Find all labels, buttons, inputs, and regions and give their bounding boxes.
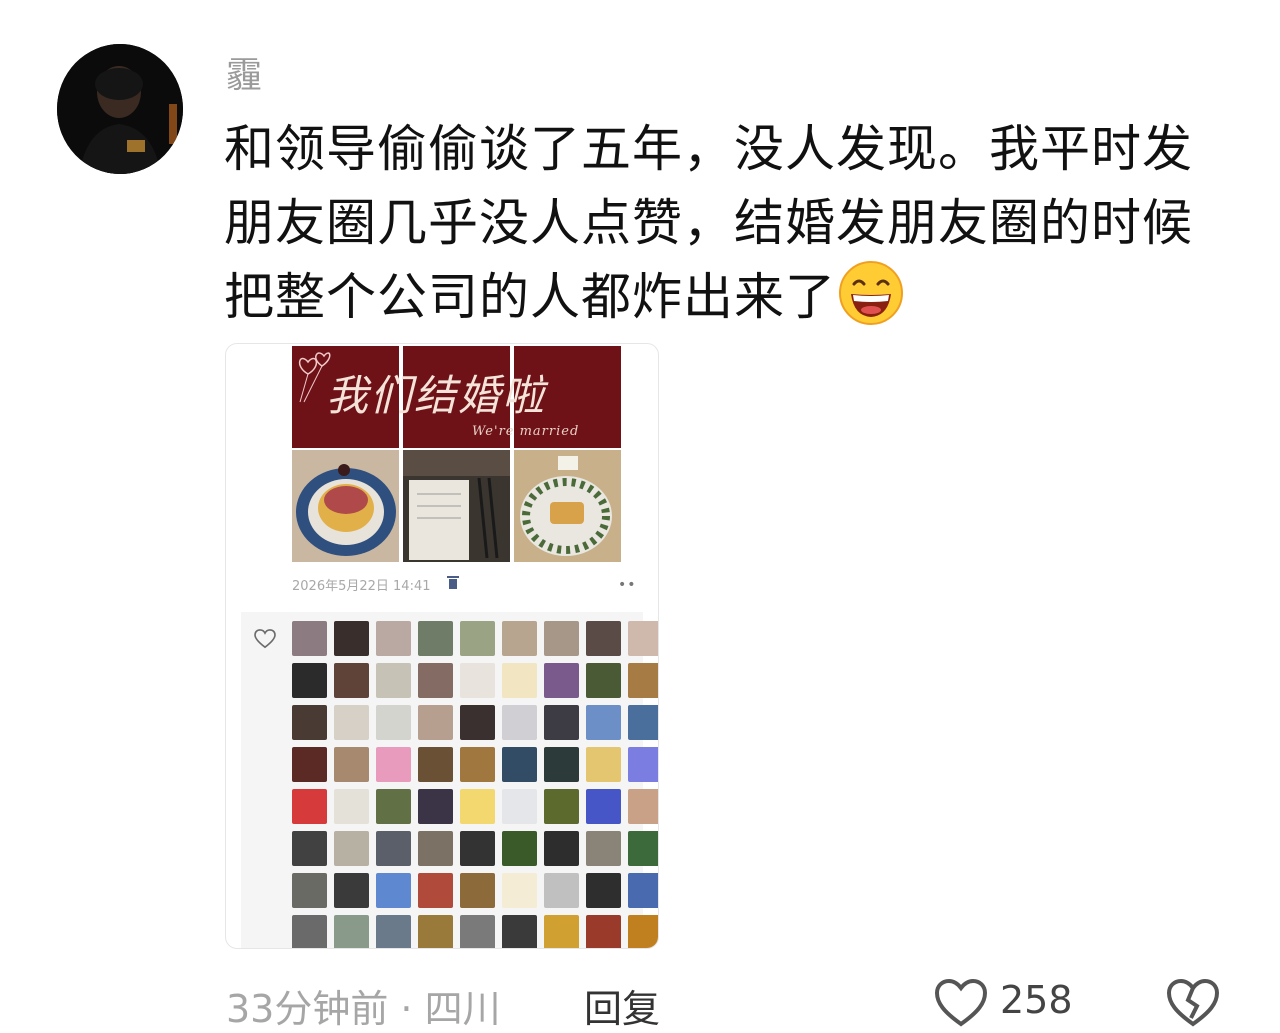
liker-avatar[interactable] [418,789,453,824]
liker-avatar[interactable] [334,789,369,824]
liker-avatar[interactable] [502,873,537,908]
comment-line: 和领导偷偷谈了五年，没人发现。我平时发 [224,120,1193,178]
dislike-heart-icon[interactable] [1166,978,1220,1028]
more-options-icon[interactable]: •• [618,577,637,593]
liker-avatar[interactable] [628,873,658,908]
liker-avatar[interactable] [502,789,537,824]
liker-avatar[interactable] [376,789,411,824]
liker-avatar[interactable] [628,789,658,824]
liker-avatar[interactable] [586,663,621,698]
liker-avatar[interactable] [544,621,579,656]
liker-avatar[interactable] [502,915,537,948]
liker-avatar[interactable] [418,915,453,948]
liker-avatar[interactable] [334,831,369,866]
liker-avatar[interactable] [292,873,327,908]
liker-avatar[interactable] [376,747,411,782]
liker-avatar[interactable] [502,621,537,656]
cake-photo [292,450,399,562]
liker-avatar[interactable] [544,705,579,740]
liker-avatar[interactable] [544,831,579,866]
grinning-face-emoji [839,261,903,325]
liker-avatar[interactable] [544,789,579,824]
liker-avatar[interactable] [460,831,495,866]
heart-icon [254,629,276,649]
liker-avatar[interactable] [628,747,658,782]
liker-avatar[interactable] [376,915,411,948]
liker-avatar[interactable] [544,915,579,948]
like-count: 258 [1000,978,1073,1022]
liker-avatar[interactable] [460,705,495,740]
liker-avatar[interactable] [418,747,453,782]
flower-dish-photo [514,450,621,562]
comment-time-location: 33分钟前 · 四川 [226,987,501,1031]
liker-avatar[interactable] [292,915,327,948]
liker-avatar[interactable] [460,789,495,824]
username[interactable]: 霾 [226,46,262,98]
liker-avatar-grid [292,621,658,948]
liker-avatar[interactable] [418,705,453,740]
liker-avatar[interactable] [292,663,327,698]
liker-avatar[interactable] [418,831,453,866]
liker-avatar[interactable] [334,747,369,782]
liker-avatar[interactable] [628,663,658,698]
liker-avatar[interactable] [334,873,369,908]
liker-avatar[interactable] [460,621,495,656]
liker-avatar[interactable] [544,663,579,698]
liker-avatar[interactable] [292,621,327,656]
liker-avatar[interactable] [628,831,658,866]
liker-avatar[interactable] [334,663,369,698]
liker-avatar[interactable] [292,705,327,740]
moment-timestamp: 2026年5月22日 14:41 [292,579,431,594]
table-setting-photo [403,450,510,562]
liker-avatar[interactable] [502,747,537,782]
liker-avatar[interactable] [334,705,369,740]
liker-avatar[interactable] [586,831,621,866]
trash-icon[interactable] [447,575,459,589]
liker-avatar[interactable] [460,663,495,698]
liker-avatar[interactable] [628,621,658,656]
comment-line: 把整个公司的人都炸出来了 [224,268,836,326]
liker-avatar[interactable] [376,621,411,656]
user-avatar[interactable] [57,44,183,174]
liker-avatar[interactable] [376,873,411,908]
liker-avatar[interactable] [628,915,658,948]
liker-avatar[interactable] [292,747,327,782]
liker-avatar[interactable] [502,705,537,740]
liker-avatar[interactable] [586,873,621,908]
liker-avatar[interactable] [460,873,495,908]
liker-avatar[interactable] [292,789,327,824]
liker-avatar[interactable] [376,705,411,740]
liker-avatar[interactable] [502,663,537,698]
comment-line: 朋友圈几乎没人点赞，结婚发朋友圈的时候 [224,194,1193,252]
liker-avatar[interactable] [628,705,658,740]
liker-avatar[interactable] [544,873,579,908]
liker-avatar[interactable] [544,747,579,782]
liker-avatar[interactable] [586,705,621,740]
liker-avatar[interactable] [418,663,453,698]
reply-button[interactable]: 回复 [584,978,660,1033]
liker-avatar[interactable] [460,747,495,782]
liker-avatar[interactable] [586,747,621,782]
liker-avatar[interactable] [376,831,411,866]
liker-avatar[interactable] [334,915,369,948]
comment-text: 和领导偷偷谈了五年，没人发现。我平时发 朋友圈几乎没人点赞，结婚发朋友圈的时候 … [224,112,1234,334]
liker-avatar[interactable] [418,621,453,656]
banner-subtitle: We're married [472,424,580,439]
liker-avatar[interactable] [334,621,369,656]
liker-avatar[interactable] [502,831,537,866]
avatar-image [57,44,183,174]
liker-avatar[interactable] [460,915,495,948]
liker-avatar[interactable] [586,915,621,948]
banner-title: 我们结婚啦 [326,371,547,420]
liker-avatar[interactable] [418,873,453,908]
like-heart-icon[interactable] [934,978,988,1028]
moment-screenshot[interactable]: 我们结婚啦 We're married 2026年5月22日 14:41 •• [225,343,659,949]
liker-avatar[interactable] [376,663,411,698]
liker-avatar[interactable] [292,831,327,866]
liker-avatar[interactable] [586,621,621,656]
liker-avatar[interactable] [586,789,621,824]
